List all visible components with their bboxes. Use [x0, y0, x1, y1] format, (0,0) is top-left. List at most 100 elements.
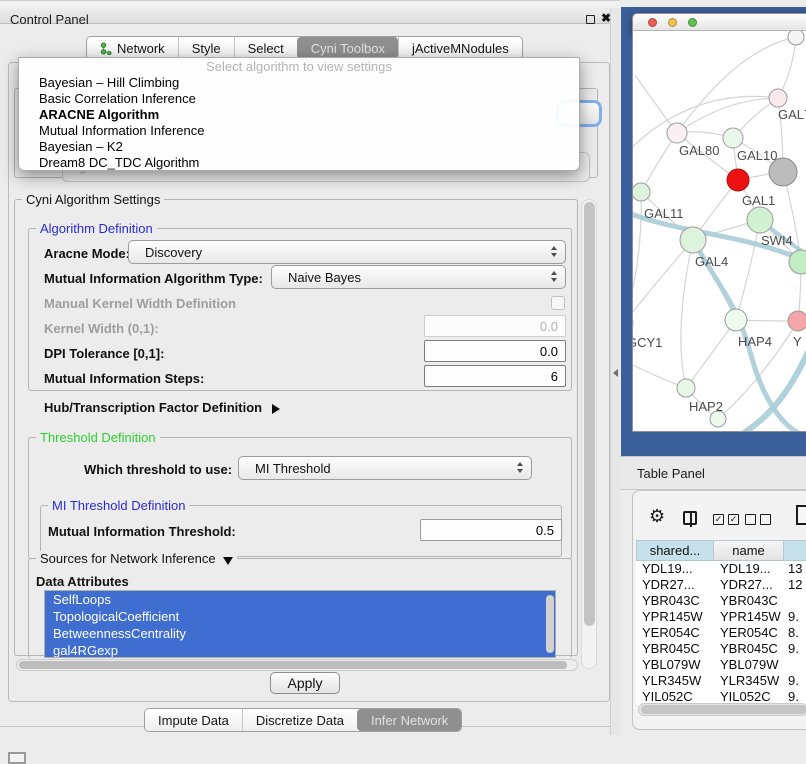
checked-pair-icon[interactable]: ✓✓ [713, 514, 739, 525]
apply-button[interactable]: Apply [270, 672, 340, 694]
table-row[interactable]: YLR345WYLR345W9. [636, 673, 806, 689]
settings-horizontal-scrollbar-thumb[interactable] [19, 661, 567, 669]
network-node-swi4[interactable] [747, 207, 773, 233]
network-node-hap2[interactable] [677, 379, 695, 397]
table-cell [784, 593, 806, 609]
algorithm-option-bayesian-hill-climbing[interactable]: Bayesian – Hill Climbing [19, 75, 579, 91]
attribute-item-topologicalcoefficient[interactable]: TopologicalCoefficient [45, 608, 555, 625]
right-pane: GAL7GAL80GAL10GAL1GAL11SWI4GAL4HAP4YGCY1… [620, 0, 806, 762]
algorithm-option-mutual-information-inference[interactable]: Mutual Information Inference [19, 123, 579, 139]
network-node-gal7[interactable] [769, 89, 787, 107]
hub-definition-label: Hub/Transcription Factor Definition [44, 400, 262, 415]
tab-impute-data[interactable]: Impute Data [145, 709, 242, 731]
tab-label: Style [192, 41, 221, 56]
table-row[interactable]: YDL19...YDL19...13 [636, 561, 806, 577]
network-node-label-swi4: SWI4 [761, 233, 793, 248]
tab-discretize-data[interactable]: Discretize Data [242, 709, 357, 731]
mi-threshold-input[interactable] [420, 519, 562, 541]
column-header-shared[interactable]: shared... [636, 540, 714, 561]
network-node-hap4[interactable] [725, 309, 747, 331]
tab-network[interactable]: Network [87, 37, 178, 59]
tab-label: Cyni Toolbox [311, 41, 385, 56]
network-node-gal1[interactable] [727, 169, 749, 191]
unchecked-pair-icon[interactable] [745, 514, 771, 525]
table-cell: 8. [784, 625, 806, 641]
algorithm-option-aracne-algorithm[interactable]: ARACNE Algorithm [19, 107, 579, 123]
aracne-mode-combobox[interactable]: Discovery [128, 240, 566, 264]
column-header-name[interactable]: name [714, 540, 784, 561]
table-cell [784, 657, 806, 673]
table-cell: YPR145W [636, 609, 714, 625]
expand-right-icon [272, 404, 280, 414]
mi-algorithm-type-value: Naive Bayes [288, 270, 361, 285]
tab-style[interactable]: Style [178, 37, 234, 59]
zoom-button[interactable] [688, 18, 697, 27]
network-node-gal80[interactable] [667, 123, 687, 143]
data-attributes-list[interactable]: SelfLoopsTopologicalCoefficientBetweenne… [44, 590, 556, 658]
network-edge [635, 75, 677, 133]
tab-cyni-toolbox[interactable]: Cyni Toolbox [297, 37, 398, 59]
column-header-partial[interactable] [784, 540, 806, 561]
network-node[interactable] [788, 31, 804, 45]
algorithm-option-dream8-dc-tdc-algorithm[interactable]: Dream8 DC_TDC Algorithm [19, 155, 579, 171]
network-view[interactable]: GAL7GAL80GAL10GAL1GAL11SWI4GAL4HAP4YGCY1… [632, 31, 806, 432]
network-window-titlebar[interactable] [632, 13, 806, 31]
network-edge [778, 37, 796, 98]
table-row[interactable]: YBR045CYBR045C9. [636, 641, 806, 657]
aracne-mode-value: Discovery [145, 245, 202, 260]
table-row[interactable]: YER054CYER054C8. [636, 625, 806, 641]
table-row[interactable]: YDR27...YDR27...12 [636, 577, 806, 593]
which-threshold-combobox[interactable]: MI Threshold [238, 456, 532, 480]
split-columns-icon[interactable] [683, 511, 697, 525]
control-panel-title: Control Panel [10, 12, 89, 27]
table-horizontal-scrollbar-thumb[interactable] [641, 705, 806, 714]
table-row[interactable]: YBL079WYBL079W [636, 657, 806, 673]
dpi-tolerance-input[interactable] [424, 340, 566, 362]
network-edge [736, 220, 760, 320]
settings-vertical-scrollbar-thumb[interactable] [584, 202, 595, 626]
hub-definition-expander[interactable]: Hub/Transcription Factor Definition [44, 400, 280, 415]
table-row[interactable]: YBR043CYBR043C [636, 593, 806, 609]
algorithm-option-basic-correlation-inference[interactable]: Basic Correlation Inference [19, 91, 579, 107]
attribute-item-gal4rgexp[interactable]: gal4RGexp [45, 642, 555, 658]
kernel-width-input[interactable] [424, 315, 566, 337]
attributes-list-scrollbar[interactable] [546, 595, 554, 653]
table-cell: YBR043C [636, 593, 714, 609]
algorithm-dropdown-popup: Select algorithm to view settings Bayesi… [18, 57, 580, 171]
sources-title-text: Sources for Network Inference [40, 551, 216, 566]
attribute-item-betweennesscentrality[interactable]: BetweennessCentrality [45, 625, 555, 642]
tab-select[interactable]: Select [234, 37, 297, 59]
collapsed-panel-icon[interactable] [8, 752, 26, 764]
close-button[interactable] [648, 18, 657, 27]
page-icon[interactable] [796, 505, 806, 525]
sources-group-title[interactable]: Sources for Network Inference [36, 551, 237, 566]
bottom-tabbar: Impute DataDiscretize Data Infer Network [144, 708, 462, 732]
tab-infer-network[interactable]: Infer Network [357, 709, 461, 731]
table-cell: 13 [784, 561, 806, 577]
table-cell: 9. [784, 609, 806, 625]
manual-kernel-width-checkbox[interactable] [551, 296, 565, 310]
table-cell: YBL079W [636, 657, 714, 673]
network-node-label-gal11: GAL11 [644, 206, 684, 221]
float-window-icon[interactable] [586, 15, 595, 24]
tab-jactivemnodules[interactable]: jActiveMNodules [398, 37, 522, 59]
network-node-gal10[interactable] [723, 128, 743, 148]
table-cell: YBR045C [636, 641, 714, 657]
table-header: shared...name [636, 540, 806, 561]
network-edge [681, 240, 693, 388]
table-cell: 12 [784, 577, 806, 593]
mi-algorithm-type-combobox[interactable]: Naive Bayes [271, 265, 566, 289]
gear-icon[interactable]: ⚙ [649, 506, 665, 527]
mi-steps-input[interactable] [424, 365, 566, 387]
attribute-item-selfloops[interactable]: SelfLoops [45, 591, 555, 608]
network-node-gal4[interactable] [680, 227, 706, 253]
network-node-label-gal1: GAL1 [742, 193, 775, 208]
divider-collapse-icon[interactable] [613, 369, 618, 377]
tab-label: Infer Network [371, 713, 448, 728]
network-node-y[interactable] [788, 311, 806, 331]
table-row[interactable]: YPR145WYPR145W9. [636, 609, 806, 625]
minimize-button[interactable] [668, 18, 677, 27]
network-canvas[interactable]: GAL7GAL80GAL10GAL1GAL11SWI4GAL4HAP4YGCY1… [633, 31, 806, 432]
network-node-gal11[interactable] [633, 183, 650, 201]
algorithm-option-bayesian-k2[interactable]: Bayesian – K2 [19, 139, 579, 155]
